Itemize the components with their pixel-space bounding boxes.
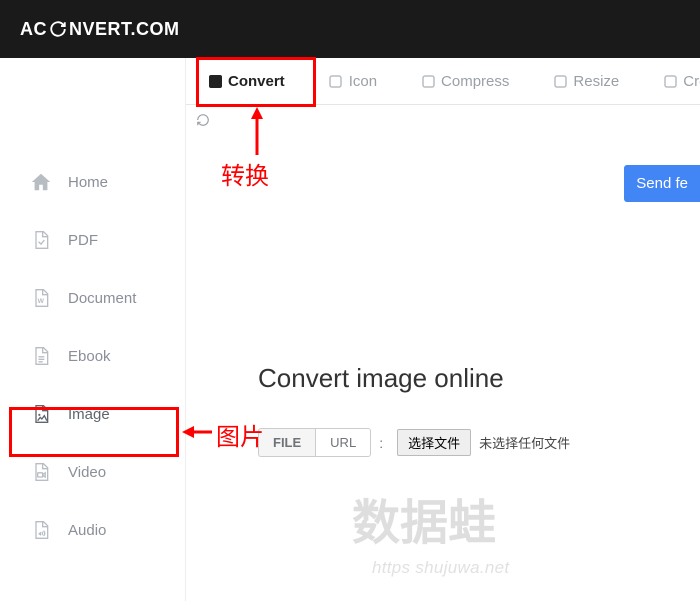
site-logo[interactable]: AC NVERT.COM xyxy=(20,19,180,40)
square-outline-icon xyxy=(663,74,677,88)
sidebar-item-label: Document xyxy=(68,290,136,307)
sidebar-item-video[interactable]: Video xyxy=(0,443,185,501)
logo-text-suffix: NVERT.COM xyxy=(69,19,180,40)
colon-separator: : xyxy=(379,435,383,451)
tab-resize[interactable]: Resize xyxy=(531,58,641,104)
sidebar-item-label: Ebook xyxy=(68,348,111,365)
tab-convert[interactable]: Convert xyxy=(186,58,307,104)
no-file-label: 未选择任何文件 xyxy=(479,433,570,452)
sidebar-item-audio[interactable]: Audio xyxy=(0,501,185,559)
logo-text-prefix: AC xyxy=(20,19,47,40)
main-panel: Convert Icon Compress Resize Crop Send f… xyxy=(186,58,700,601)
top-bar: AC NVERT.COM xyxy=(0,0,700,58)
refresh-circle-icon xyxy=(49,20,67,38)
sidebar-item-label: PDF xyxy=(68,232,98,249)
square-outline-icon xyxy=(553,74,567,88)
tab-label: Compress xyxy=(441,73,509,90)
refresh-button[interactable] xyxy=(186,105,700,138)
tab-compress[interactable]: Compress xyxy=(399,58,531,104)
audio-file-icon xyxy=(30,519,52,541)
send-feedback-button[interactable]: Send fe xyxy=(624,165,700,202)
square-outline-icon xyxy=(329,74,343,88)
tab-bar: Convert Icon Compress Resize Crop xyxy=(186,58,700,105)
sidebar-item-label: Audio xyxy=(68,522,106,539)
tab-label: Crop xyxy=(683,73,700,90)
source-url-toggle[interactable]: URL xyxy=(315,428,371,457)
source-file-toggle[interactable]: FILE xyxy=(258,428,315,457)
square-outline-icon xyxy=(421,74,435,88)
sidebar-item-label: Image xyxy=(68,406,110,423)
sidebar-item-ebook[interactable]: Ebook xyxy=(0,327,185,385)
sidebar-item-image[interactable]: Image xyxy=(0,385,185,443)
video-file-icon xyxy=(30,461,52,483)
sidebar-item-home[interactable]: Home xyxy=(0,153,185,211)
home-icon xyxy=(30,171,52,193)
image-file-icon xyxy=(30,403,52,425)
sidebar-item-label: Home xyxy=(68,174,108,191)
square-filled-icon xyxy=(208,74,222,88)
sidebar-item-pdf[interactable]: PDF xyxy=(0,211,185,269)
upload-row: FILE URL : 选择文件 未选择任何文件 xyxy=(258,428,700,457)
sidebar-item-document[interactable]: W Document xyxy=(0,269,185,327)
tab-icon[interactable]: Icon xyxy=(307,58,399,104)
tab-crop[interactable]: Crop xyxy=(641,58,700,104)
page-title: Convert image online xyxy=(258,363,700,394)
tab-label: Icon xyxy=(349,73,377,90)
pdf-file-icon xyxy=(30,229,52,251)
svg-text:W: W xyxy=(38,298,45,305)
sidebar: Home PDF W Document Ebook Image Video Au… xyxy=(0,58,186,601)
document-file-icon: W xyxy=(30,287,52,309)
sidebar-item-label: Video xyxy=(68,464,106,481)
tab-label: Resize xyxy=(573,73,619,90)
tab-label: Convert xyxy=(228,73,285,90)
choose-file-button[interactable]: 选择文件 xyxy=(397,429,471,456)
ebook-file-icon xyxy=(30,345,52,367)
